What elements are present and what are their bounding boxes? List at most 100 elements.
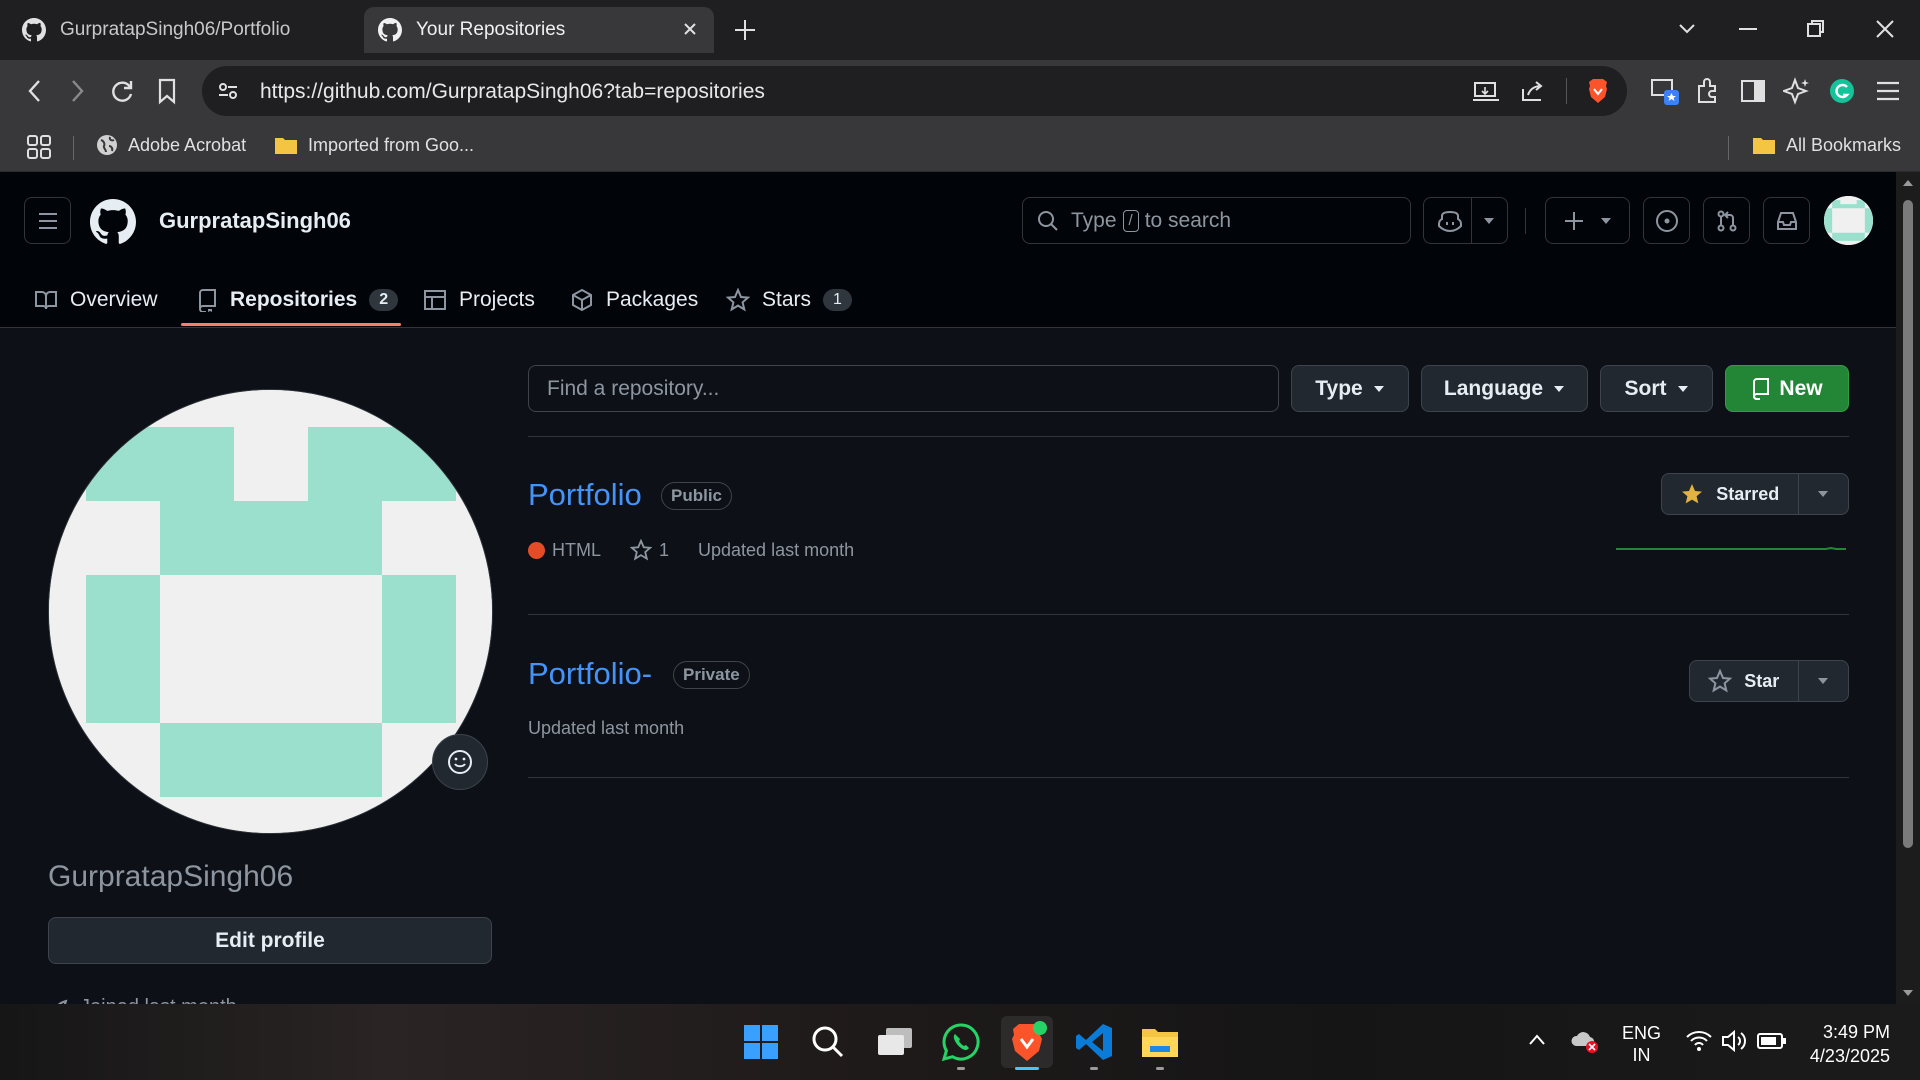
url-text[interactable]: https://github.com/GurpratapSingh06?tab=…	[260, 80, 765, 104]
bookmark-adobe-acrobat[interactable]: Adobe Acrobat	[96, 134, 246, 156]
star-icon	[726, 288, 750, 312]
bookmark-icon[interactable]	[155, 77, 179, 105]
tab-label: Packages	[606, 288, 699, 311]
stargazers-link[interactable]: 1	[630, 539, 669, 561]
edit-profile-button[interactable]: Edit profile	[48, 917, 492, 964]
windows-start-icon	[744, 1025, 778, 1059]
install-app-icon[interactable]	[1472, 79, 1500, 103]
repo-name-link[interactable]: Portfolio-	[528, 656, 652, 692]
filter-label: Type	[1315, 376, 1363, 400]
whatsapp-taskbar-button[interactable]	[935, 1016, 987, 1070]
tab-stars[interactable]: Stars 1	[726, 272, 852, 328]
browser-menu-icon[interactable]	[1874, 77, 1902, 105]
grammarly-icon[interactable]	[1828, 77, 1856, 105]
tab-search-chevron-icon[interactable]	[1676, 16, 1698, 42]
inbox-button[interactable]	[1763, 197, 1810, 244]
input-language-indicator[interactable]: ENG IN	[1622, 1022, 1661, 1066]
language-filter-button[interactable]: Language	[1421, 365, 1588, 412]
star-list-dropdown[interactable]	[1799, 474, 1848, 514]
share-icon[interactable]	[1520, 79, 1546, 103]
tab-packages[interactable]: Packages	[570, 272, 698, 328]
onedrive-error-icon[interactable]	[1570, 1028, 1600, 1054]
inbox-icon	[1776, 211, 1797, 230]
screen-share-icon[interactable]	[1650, 76, 1680, 106]
type-filter-button[interactable]: Type	[1291, 365, 1409, 412]
forward-icon[interactable]	[64, 77, 90, 105]
search-hotkey: /	[1122, 209, 1139, 232]
hamburger-icon	[38, 212, 57, 229]
tab-repositories[interactable]: Repositories 2	[196, 272, 399, 328]
sidebar-icon[interactable]	[1740, 77, 1766, 105]
wifi-icon[interactable]	[1686, 1030, 1712, 1052]
global-nav-menu-button[interactable]	[24, 197, 71, 244]
browser-tab-portfolio[interactable]: GurpratapSingh06/Portfolio	[8, 7, 358, 53]
task-view-icon	[878, 1028, 912, 1055]
taskbar-search-button[interactable]	[802, 1016, 854, 1068]
close-tab-icon[interactable]	[680, 19, 700, 39]
leo-ai-icon[interactable]	[1783, 77, 1811, 105]
star-button[interactable]: Star	[1690, 661, 1799, 701]
minimize-icon[interactable]	[1736, 16, 1760, 42]
all-bookmarks-folder[interactable]: All Bookmarks	[1752, 134, 1901, 156]
stars-count-badge: 1	[823, 289, 852, 311]
lang-code: ENG	[1622, 1023, 1662, 1043]
close-window-icon[interactable]	[1873, 16, 1897, 42]
show-hidden-icons-chevron[interactable]	[1527, 1032, 1547, 1048]
tab-label: Projects	[459, 288, 535, 311]
bookmark-label: Adobe Acrobat	[128, 134, 247, 155]
visibility-badge: Public	[661, 482, 733, 510]
scroll-thumb[interactable]	[1903, 200, 1913, 848]
tab-projects[interactable]: Projects	[423, 272, 535, 328]
browser-tab-your-repositories[interactable]: Your Repositories	[364, 7, 714, 53]
site-settings-icon[interactable]	[216, 79, 240, 103]
tab-title: GurpratapSingh06/Portfolio	[60, 19, 291, 40]
profile-avatar[interactable]	[48, 389, 493, 834]
header-username-link[interactable]: GurpratapSingh06	[159, 208, 351, 234]
starred-button-group: Starred	[1661, 473, 1849, 515]
scroll-down-icon[interactable]	[1902, 988, 1914, 998]
vscode-taskbar-button[interactable]	[1068, 1016, 1120, 1070]
tab-label: Repositories	[230, 288, 358, 311]
new-repository-button[interactable]: New	[1725, 365, 1849, 412]
caret-down-icon	[1373, 385, 1384, 392]
github-search-button[interactable]: Type / to search	[1022, 197, 1411, 244]
clock[interactable]: 3:49 PM 4/23/2025	[1804, 1020, 1890, 1068]
page-scrollbar[interactable]	[1896, 172, 1920, 1004]
omnibox[interactable]: https://github.com/GurpratapSingh06?tab=…	[202, 66, 1627, 116]
brave-shields-icon[interactable]	[1585, 77, 1611, 105]
star-list-dropdown[interactable]	[1799, 661, 1848, 701]
volume-icon[interactable]	[1721, 1029, 1749, 1053]
tab-overview[interactable]: Overview	[34, 272, 158, 328]
create-new-button[interactable]	[1545, 197, 1630, 244]
reload-icon[interactable]	[108, 77, 136, 105]
battery-icon[interactable]	[1757, 1031, 1787, 1051]
brave-taskbar-button[interactable]	[1001, 1016, 1053, 1070]
star-button-group: Star	[1689, 660, 1849, 702]
issues-button[interactable]	[1643, 197, 1690, 244]
start-button[interactable]	[735, 1016, 787, 1068]
set-status-button[interactable]	[432, 734, 488, 790]
repo-updated: Updated last month	[528, 718, 685, 738]
copilot-button[interactable]	[1423, 197, 1508, 244]
sort-button[interactable]: Sort	[1600, 365, 1713, 412]
find-repository-input[interactable]	[528, 365, 1279, 412]
task-view-button[interactable]	[869, 1016, 921, 1068]
bookmark-folder-imported[interactable]: Imported from Goo...	[274, 134, 474, 156]
repo-language: HTML	[552, 539, 601, 560]
file-explorer-taskbar-button[interactable]	[1134, 1016, 1186, 1070]
chevron-down-icon	[1484, 218, 1494, 224]
apps-grid-icon[interactable]	[26, 134, 52, 160]
scroll-up-icon[interactable]	[1902, 178, 1914, 188]
user-avatar-menu[interactable]	[1824, 196, 1873, 245]
unstar-button[interactable]: Starred	[1662, 474, 1799, 514]
back-icon[interactable]	[22, 77, 48, 105]
repo-name-link[interactable]: Portfolio	[528, 477, 642, 513]
restore-icon[interactable]	[1804, 16, 1828, 42]
extensions-icon[interactable]	[1694, 77, 1722, 105]
search-hint-prefix: Type	[1071, 208, 1117, 232]
github-logo-icon[interactable]	[90, 199, 136, 245]
whatsapp-icon	[941, 1023, 980, 1062]
git-pull-request-icon	[1717, 210, 1736, 231]
new-tab-icon[interactable]	[732, 17, 758, 43]
pull-requests-button[interactable]	[1703, 197, 1750, 244]
